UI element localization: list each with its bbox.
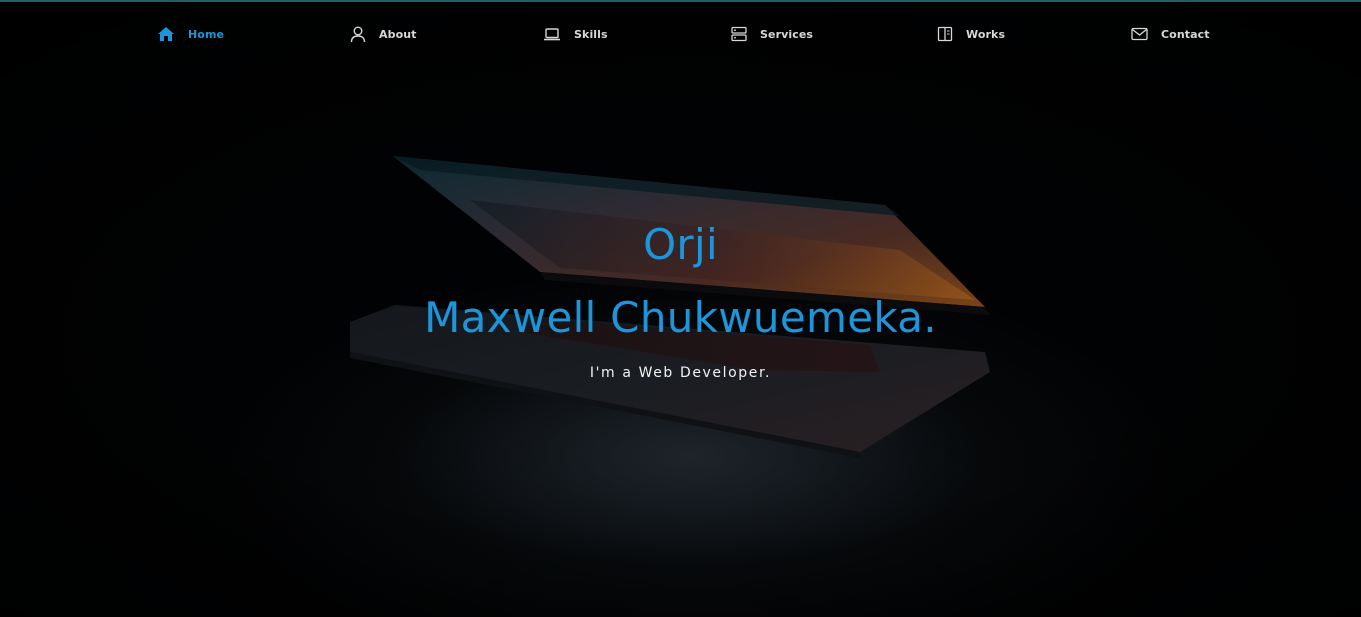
hero-name-last: Maxwell Chukwuemeka. [424, 293, 937, 342]
nav-item-home[interactable]: Home [157, 22, 224, 46]
hero-name-first: Orji [643, 220, 718, 269]
nav-item-works[interactable]: Works [937, 22, 1005, 46]
nav-item-skills[interactable]: Skills [543, 22, 608, 46]
book-icon [937, 26, 953, 42]
mail-icon [1131, 27, 1148, 41]
user-icon [350, 26, 366, 43]
laptop-icon [543, 27, 561, 42]
nav-label-works: Works [966, 27, 1006, 41]
nav-label-skills: Skills [574, 27, 608, 41]
nav-item-services[interactable]: Services [731, 22, 813, 46]
nav-label-contact: Contact [1161, 27, 1210, 41]
main-navigation: Home About Skills Services Works Contact [0, 0, 1361, 66]
home-icon [157, 26, 175, 42]
nav-item-contact[interactable]: Contact [1131, 22, 1210, 46]
nav-label-home: Home [188, 27, 225, 41]
nav-label-about: About [379, 27, 417, 41]
nav-label-services: Services [760, 27, 814, 41]
server-icon [731, 26, 747, 42]
nav-item-about[interactable]: About [350, 22, 417, 46]
hero-tagline: I'm a Web Developer. [589, 365, 772, 381]
